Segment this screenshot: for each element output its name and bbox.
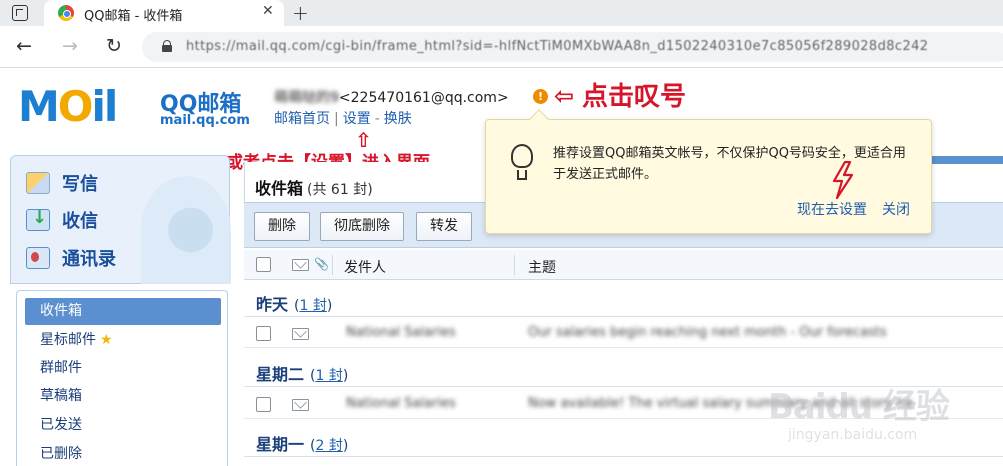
logo-domain: mail.qq.com: [160, 113, 250, 128]
link-mail-home[interactable]: 邮箱首页: [274, 111, 330, 127]
security-tip-popup: 推荐设置QQ邮箱英文帐号，不仅保护QQ号码安全，更适合用于发送正式邮件。 现在去…: [485, 109, 932, 234]
folder-starred-label: 星标邮件: [40, 332, 96, 348]
group-label: 星期二 (1 封): [256, 365, 349, 384]
mail-sender: National Salaries: [346, 396, 456, 411]
column-sender[interactable]: 发件人: [344, 257, 386, 277]
attachment-column-icon: 📎: [314, 257, 329, 271]
sidebar-contacts[interactable]: 通讯录: [26, 243, 116, 273]
envelope-icon: [292, 399, 309, 411]
window-menu-icon[interactable]: [12, 5, 28, 21]
receive-icon: [26, 207, 50, 231]
group-count-link[interactable]: 1 封: [299, 298, 326, 314]
group-label: 昨天 (1 封): [256, 295, 333, 314]
link-settings[interactable]: 设置: [343, 111, 371, 127]
browser-tab[interactable]: QQ邮箱 - 收件箱 ✕: [44, 0, 284, 26]
group-label: 星期一 (2 封): [256, 435, 349, 454]
column-subject[interactable]: 主题: [528, 257, 556, 277]
lightning-annotation-icon: [832, 161, 854, 199]
column-divider: [514, 255, 515, 275]
link-change-skin[interactable]: 换肤: [384, 111, 412, 127]
delete-button[interactable]: 删除: [254, 212, 310, 241]
star-icon: ★: [100, 332, 113, 348]
qq-mail-favicon-icon: [58, 5, 74, 21]
mail-checkbox[interactable]: [256, 397, 271, 412]
annotation-arrow-left-icon: ⇦: [554, 82, 575, 110]
account-warning-icon[interactable]: !: [533, 89, 548, 104]
watermark-domain: jingyan.baidu.com: [788, 427, 918, 443]
folder-list: 收件箱 星标邮件 ★ 群邮件 草稿箱 已发送 已删除: [16, 290, 228, 466]
forward-icon[interactable]: →: [62, 35, 78, 57]
baidu-jingyan-watermark: Baidu 经验 jingyan.baidu.com: [768, 379, 998, 459]
account-identity: 萌萌哒的9<225470161@qq.com>: [274, 87, 509, 107]
mail-sender: National Salaries: [346, 325, 456, 340]
qq-mail-logo[interactable]: MOil QQ邮箱 mail.qq.com: [18, 82, 258, 132]
folder-starred[interactable]: 星标邮件 ★: [25, 327, 221, 354]
lock-icon[interactable]: [162, 40, 172, 52]
mail-checkbox[interactable]: [256, 326, 271, 341]
mail-column-header: 📎 发件人 主题: [244, 250, 1003, 280]
date-group-yesterday: 昨天 (1 封): [244, 287, 1003, 317]
annotation-click-exclamation: 点击叹号: [582, 82, 687, 112]
link-separator: -: [374, 111, 380, 127]
folder-inbox[interactable]: 收件箱: [25, 298, 221, 325]
folder-group-mail[interactable]: 群邮件: [25, 355, 221, 382]
tab-title: QQ邮箱 - 收件箱: [84, 9, 183, 24]
folder-sent[interactable]: 已发送: [25, 412, 221, 439]
logo-wordmark: MOil: [18, 82, 118, 131]
mail-row[interactable]: National Salaries Our salaries begin rea…: [244, 318, 1003, 348]
read-status-column-icon: [292, 259, 309, 271]
write-icon: [26, 172, 50, 194]
folder-drafts[interactable]: 草稿箱: [25, 383, 221, 410]
watermark-logo-text: Baidu 经验: [768, 387, 950, 427]
popup-pointer: [529, 109, 549, 129]
link-separator: |: [334, 111, 339, 127]
folder-deleted[interactable]: 已删除: [25, 441, 221, 466]
inbox-count: (共 61 封): [307, 182, 373, 198]
column-divider: [332, 255, 333, 275]
reload-icon[interactable]: ↻: [106, 35, 122, 57]
popup-message: 推荐设置QQ邮箱英文帐号，不仅保护QQ号码安全，更适合用于发送正式邮件。: [553, 146, 906, 182]
new-tab-button[interactable]: +: [292, 1, 309, 25]
header-links: 邮箱首页 | 设置 - 换肤: [274, 108, 412, 128]
sidebar-receive-label: 收信: [62, 211, 98, 232]
group-count-link[interactable]: 2 封: [315, 438, 342, 454]
go-setup-link[interactable]: 现在去设置: [797, 199, 867, 219]
sidebar-receive[interactable]: 收信: [26, 205, 98, 235]
lightbulb-icon: [508, 144, 538, 188]
penguin-mascot-icon: [141, 176, 231, 284]
select-all-checkbox[interactable]: [256, 257, 271, 272]
sidebar-write-label: 写信: [62, 174, 98, 195]
browser-toolbar: ← → ↻ https://mail.qq.com/cgi-bin/frame_…: [0, 26, 1003, 68]
group-count-link[interactable]: 1 封: [315, 368, 342, 384]
contacts-icon: [26, 247, 50, 269]
url-text[interactable]: https://mail.qq.com/cgi-bin/frame_html?s…: [186, 39, 928, 54]
forward-button[interactable]: 转发: [416, 212, 472, 241]
delete-permanently-button[interactable]: 彻底删除: [320, 212, 404, 241]
account-email: <225470161@qq.com>: [338, 90, 509, 106]
inbox-title: 收件箱 (共 61 封): [255, 179, 373, 198]
sidebar-write[interactable]: 写信: [26, 168, 98, 198]
tab-close-icon[interactable]: ✕: [262, 3, 274, 19]
mail-subject: Our salaries begin reaching next month -…: [528, 325, 887, 340]
sidebar-contacts-label: 通讯录: [62, 249, 116, 270]
browser-tab-strip: QQ邮箱 - 收件箱 ✕ +: [0, 0, 1003, 26]
back-icon[interactable]: ←: [16, 35, 32, 57]
close-popup-link[interactable]: 关闭: [882, 199, 910, 219]
address-bar[interactable]: https://mail.qq.com/cgi-bin/frame_html?s…: [142, 32, 1003, 62]
account-nickname: 萌萌哒的9: [274, 90, 339, 106]
envelope-icon: [292, 328, 309, 340]
